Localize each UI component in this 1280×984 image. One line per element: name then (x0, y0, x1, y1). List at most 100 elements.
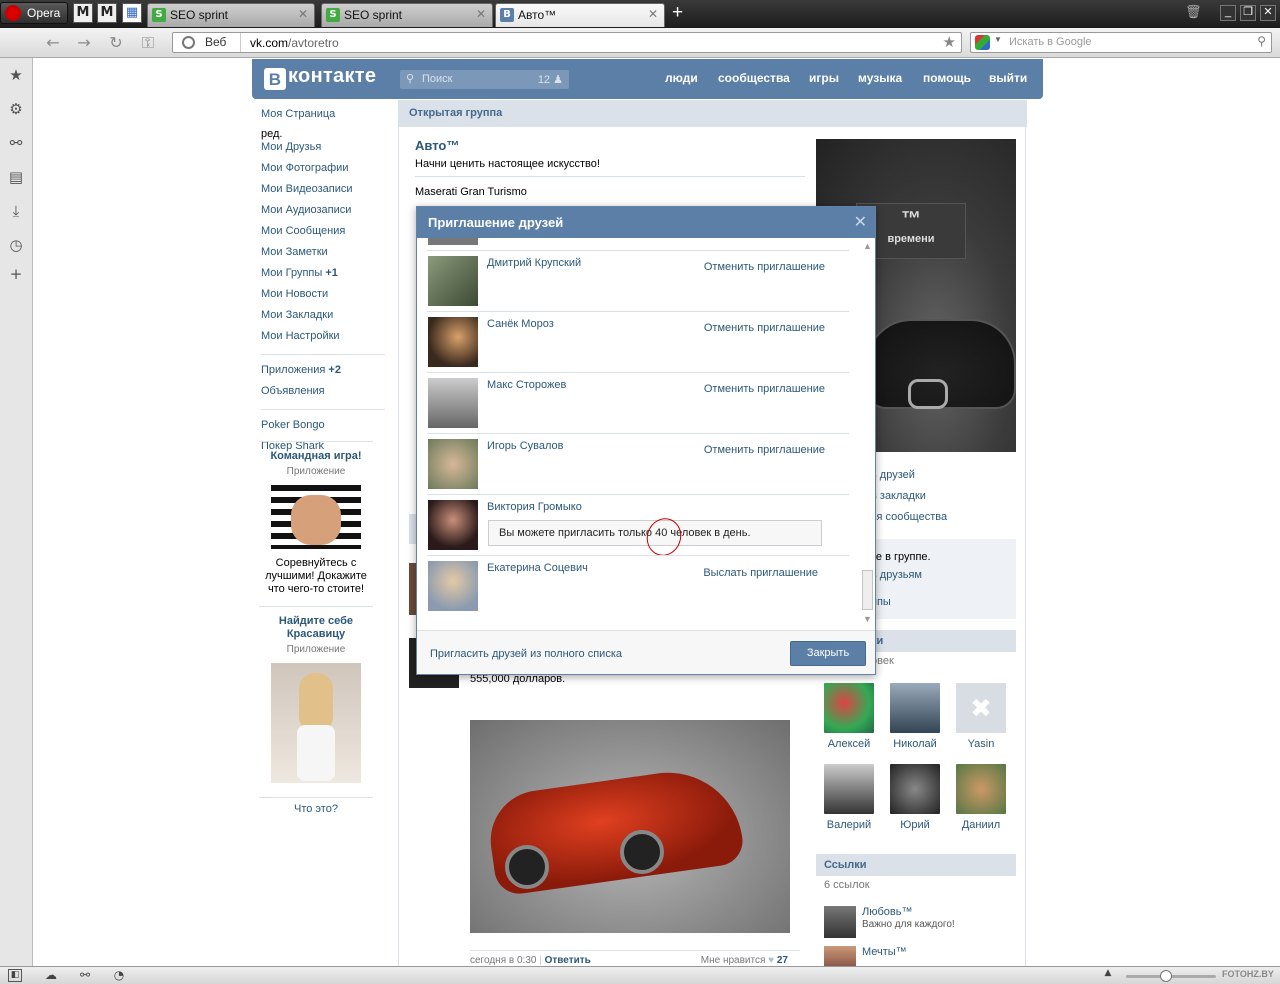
member-nikolay[interactable]: Николай (882, 683, 948, 750)
speed-dial-gmail-1[interactable]: M (73, 3, 93, 23)
member-daniil[interactable]: Даниил (948, 764, 1014, 831)
nav-logout[interactable]: выйти (989, 71, 1027, 85)
friend-name[interactable]: Дмитрий Крупский (487, 257, 581, 269)
friend-name[interactable]: Виктория Громыко (487, 501, 582, 513)
tab-avto[interactable]: В Авто™ ✕ (495, 3, 665, 27)
scroll-up-icon[interactable]: ▲ (863, 241, 872, 251)
avatar[interactable] (428, 561, 478, 611)
minimize-icon[interactable]: _ (1220, 5, 1236, 21)
bookmark-star-icon[interactable]: ★ (943, 33, 956, 51)
menu-news[interactable]: Мои Новости (261, 287, 385, 308)
links-header[interactable]: Ссылки (816, 854, 1016, 876)
scroll-down-icon[interactable]: ▼ (863, 614, 872, 624)
restore-icon[interactable]: ❐ (1240, 5, 1256, 21)
avatar[interactable] (428, 378, 478, 428)
menu-bookmarks[interactable]: Мои Закладки (261, 308, 385, 329)
nav-help[interactable]: помощь (923, 71, 971, 85)
avatar[interactable] (956, 764, 1006, 814)
ad-find-beauty[interactable]: Найдите себе Красавицу Приложение (259, 606, 373, 783)
opera-menu-button[interactable]: Opera (0, 2, 68, 24)
friend-name[interactable]: Игорь Сувалов (487, 440, 563, 452)
avatar[interactable] (824, 906, 856, 938)
avatar[interactable] (428, 439, 478, 489)
link-dreams[interactable]: Мечты™ (824, 946, 1014, 966)
menu-friends[interactable]: Мои Друзья (261, 140, 385, 161)
nav-people[interactable]: люди (665, 71, 698, 85)
add-panel-icon[interactable]: + (7, 265, 25, 283)
avatar[interactable] (824, 764, 874, 814)
member-name[interactable]: Алексей (816, 738, 882, 750)
nav-games[interactable]: игры (809, 71, 839, 85)
menu-apps[interactable]: Приложения +2 (261, 363, 385, 384)
avatar[interactable] (824, 946, 856, 966)
invite-from-full-list-link[interactable]: Пригласить друзей из полного списка (430, 648, 622, 660)
member-valeriy[interactable]: Валерий (816, 764, 882, 831)
member-name[interactable]: Yasin (948, 738, 1014, 750)
member-name[interactable]: Юрий (882, 819, 948, 831)
like-button[interactable]: Мне нравится ♥ 27 (701, 955, 788, 966)
menu-photos[interactable]: Мои Фотографии (261, 161, 385, 182)
scrollbar[interactable]: ▲ ▼ (860, 238, 875, 630)
member-name[interactable]: Валерий (816, 819, 882, 831)
ads-what-link[interactable]: Что это? (259, 797, 373, 815)
menu-poker-bongo[interactable]: Poker Bongo (261, 418, 385, 439)
member-yasin[interactable]: ✖ Yasin (948, 683, 1014, 750)
avatar[interactable] (890, 764, 940, 814)
friend-name[interactable]: Макс Сторожев (487, 379, 566, 391)
tab-seo-sprint-2[interactable]: S SEO sprint ✕ (321, 3, 493, 27)
cancel-invite-link[interactable]: Отменить приглашение (704, 383, 825, 395)
speed-icon[interactable]: ◔ (111, 968, 127, 984)
scrollbar-thumb[interactable] (862, 570, 873, 610)
send-invite-link[interactable]: Выслать приглашение (703, 567, 818, 579)
avatar[interactable] (428, 317, 478, 367)
unite-icon[interactable]: ⚯ (7, 134, 25, 152)
cancel-invite-link[interactable]: Отменить приглашение (704, 261, 825, 273)
member-yuriy[interactable]: Юрий (882, 764, 948, 831)
speed-dial-grid[interactable]: ▦ (122, 3, 142, 23)
close-tab-icon[interactable]: ✕ (648, 7, 658, 21)
bookmarks-star-icon[interactable]: ★ (7, 66, 25, 84)
back-icon[interactable]: ← (42, 32, 64, 54)
menu-my-page[interactable]: Моя Страница (261, 107, 385, 128)
avatar[interactable] (428, 256, 478, 306)
cancel-invite-link[interactable]: Отменить приглашение (704, 444, 825, 456)
ad-title[interactable]: Найдите себе Красавицу (259, 615, 373, 641)
member-aleksey[interactable]: Алексей (816, 683, 882, 750)
default-avatar-icon[interactable]: ✖ (956, 683, 1006, 733)
avatar[interactable] (824, 683, 874, 733)
reply-link[interactable]: Ответить (545, 955, 591, 966)
ad-image-girl[interactable] (271, 663, 361, 783)
close-window-icon[interactable]: ✕ (1260, 5, 1276, 21)
new-tab-button[interactable]: + (672, 2, 683, 24)
leave-community-link[interactable]: ся сообщества (871, 511, 947, 523)
web-badge[interactable]: Веб (173, 33, 241, 52)
post-time[interactable]: сегодня в 0:30 (470, 955, 536, 966)
avatar[interactable] (890, 683, 940, 733)
nav-music[interactable]: музыка (858, 71, 902, 85)
member-name[interactable]: Даниил (948, 819, 1014, 831)
menu-settings[interactable]: Мои Настройки (261, 329, 385, 350)
menu-notes[interactable]: Мои Заметки (261, 245, 385, 266)
ad-title[interactable]: Командная игра! (259, 450, 373, 463)
zoom-up-icon[interactable]: ▲ (1100, 968, 1116, 984)
menu-ads[interactable]: Объявления (261, 384, 385, 405)
link-title[interactable]: Любовь™ (862, 906, 912, 918)
panel-toggle-icon[interactable]: ◧ (8, 969, 22, 982)
turbo-cloud-icon[interactable]: ☁ (43, 968, 59, 984)
menu-messages[interactable]: Мои Сообщения (261, 224, 385, 245)
search-engine-dropdown-icon[interactable]: ▼ (994, 35, 1002, 44)
key-icon[interactable]: ⚿ (137, 32, 159, 54)
tell-friends-link[interactable]: ь друзьям (871, 569, 922, 581)
forward-icon[interactable]: → (73, 32, 95, 54)
widgets-gear-icon[interactable]: ⚙ (7, 100, 25, 118)
post-image[interactable] (470, 720, 790, 933)
search-icon[interactable]: ⚲ (1257, 34, 1266, 48)
link-title[interactable]: Мечты™ (862, 946, 907, 958)
google-search-field[interactable]: ▼ Искать в Google ⚲ (970, 32, 1272, 53)
reload-icon[interactable]: ↻ (105, 32, 127, 54)
history-clock-icon[interactable]: ◷ (7, 236, 25, 254)
avatar[interactable] (428, 500, 478, 550)
vk-logo[interactable]: Вконтакте (264, 65, 376, 90)
friend-name[interactable]: Санёк Мороз (487, 318, 554, 330)
vk-search-input[interactable]: ⚲ Поиск 12 ♟ (400, 70, 569, 89)
